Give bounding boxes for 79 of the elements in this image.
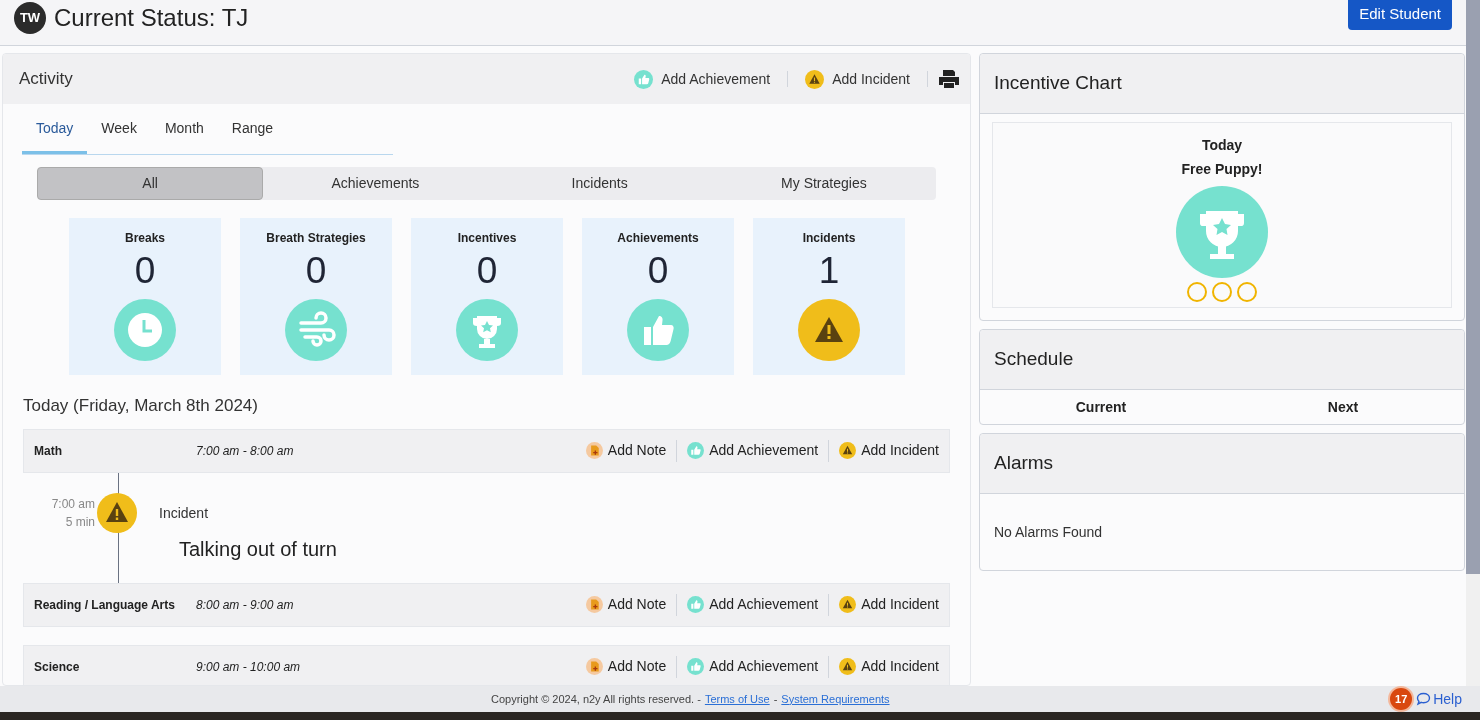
filter-tab[interactable]: Achievements <box>263 167 488 200</box>
thumbs-up-icon <box>687 658 705 675</box>
period-tab[interactable]: Week <box>87 112 151 154</box>
add-achievement-button[interactable]: Add Achievement <box>687 656 819 677</box>
add-incident-button[interactable]: Add Incident <box>839 440 939 461</box>
stat-count: 0 <box>134 249 156 293</box>
event-time: 7:00 am <box>50 495 95 513</box>
stat-count: 1 <box>818 249 840 293</box>
panel-title: Alarms <box>994 451 1054 476</box>
empty-message: No Alarms Found <box>994 522 1103 542</box>
period-tab[interactable]: Today <box>22 112 88 154</box>
stat-label: Achievements <box>617 230 699 247</box>
thumbs-up-icon <box>687 596 705 613</box>
panel-title: Schedule <box>994 347 1074 372</box>
terms-link[interactable]: Terms of Use <box>704 690 770 708</box>
add-incident-button[interactable]: Add Incident <box>796 68 919 90</box>
wind-icon <box>285 299 347 361</box>
edit-student-button[interactable]: Edit Student <box>1348 0 1452 30</box>
period-time: 9:00 am - 10:00 am <box>196 658 301 676</box>
thumbs-up-icon <box>634 69 654 89</box>
separator-text: - <box>773 691 778 707</box>
period-name: Reading / Language Arts <box>33 596 176 614</box>
add-incident-button[interactable]: Add Incident <box>839 594 939 615</box>
warning-icon <box>798 299 860 361</box>
period-tab[interactable]: Month <box>150 112 218 154</box>
event-type: Incident <box>159 503 210 523</box>
printer-icon <box>938 69 960 89</box>
add-achievement-button[interactable]: Add Achievement <box>687 594 819 615</box>
filter-tab[interactable]: My Strategies <box>711 167 936 200</box>
filter-tab[interactable]: Incidents <box>487 167 712 200</box>
period-name: Science <box>33 658 81 676</box>
event-duration: 5 min <box>64 513 95 531</box>
requirements-link[interactable]: System Requirements <box>781 690 890 708</box>
stat-count: 0 <box>305 249 327 293</box>
stat-label: Breaks <box>125 230 165 247</box>
avatar: TW <box>14 1 46 34</box>
add-incident-button[interactable]: Add Incident <box>839 656 939 677</box>
column-header: Next <box>1326 397 1360 417</box>
panel-title: Activity <box>19 68 73 91</box>
stat-label: Breath Strategies <box>266 230 366 247</box>
incentive-reward: Free Puppy! <box>1181 160 1263 179</box>
stat-label: Incentives <box>457 230 517 247</box>
notification-badge: 17 <box>1390 688 1413 710</box>
note-icon <box>585 596 603 613</box>
thumbs-up-icon <box>627 299 689 361</box>
print-button[interactable] <box>938 69 960 89</box>
clock-icon <box>114 299 176 361</box>
help-button[interactable]: Help <box>1416 688 1462 710</box>
stat-label: Incidents <box>802 230 856 247</box>
note-icon <box>585 658 603 675</box>
copyright-text: Copyright © 2024, n2y All rights reserved. - <box>491 691 701 707</box>
add-note-button[interactable]: Add Note <box>585 594 667 615</box>
period-name: Math <box>33 442 63 460</box>
panel-title: Incentive Chart <box>994 71 1122 96</box>
incentive-day: Today <box>1201 135 1243 156</box>
filter-tab[interactable]: All <box>37 167 264 200</box>
warning-icon <box>805 69 825 89</box>
stat-count: 0 <box>476 249 498 293</box>
period-tab[interactable]: Range <box>217 112 288 154</box>
warning-icon <box>839 596 857 613</box>
note-icon <box>585 442 603 459</box>
trophy-icon <box>456 299 518 361</box>
add-achievement-button[interactable]: Add Achievement <box>625 68 780 90</box>
add-note-button[interactable]: Add Note <box>585 656 667 677</box>
add-note-button[interactable]: Add Note <box>585 440 667 461</box>
warning-icon <box>839 658 857 675</box>
event-description: Talking out of turn <box>179 536 337 562</box>
chat-icon <box>1416 692 1432 706</box>
add-achievement-button[interactable]: Add Achievement <box>687 440 819 461</box>
stat-count: 0 <box>647 249 669 293</box>
page-title: Current Status: TJ <box>54 2 249 33</box>
warning-icon <box>839 442 857 459</box>
thumbs-up-icon <box>687 442 705 459</box>
trophy-icon <box>1176 186 1268 278</box>
period-time: 7:00 am - 8:00 am <box>196 442 294 460</box>
column-header: Current <box>1074 397 1128 417</box>
period-time: 8:00 am - 9:00 am <box>196 596 294 614</box>
day-heading: Today (Friday, March 8th 2024) <box>23 395 259 417</box>
warning-icon <box>97 492 137 533</box>
